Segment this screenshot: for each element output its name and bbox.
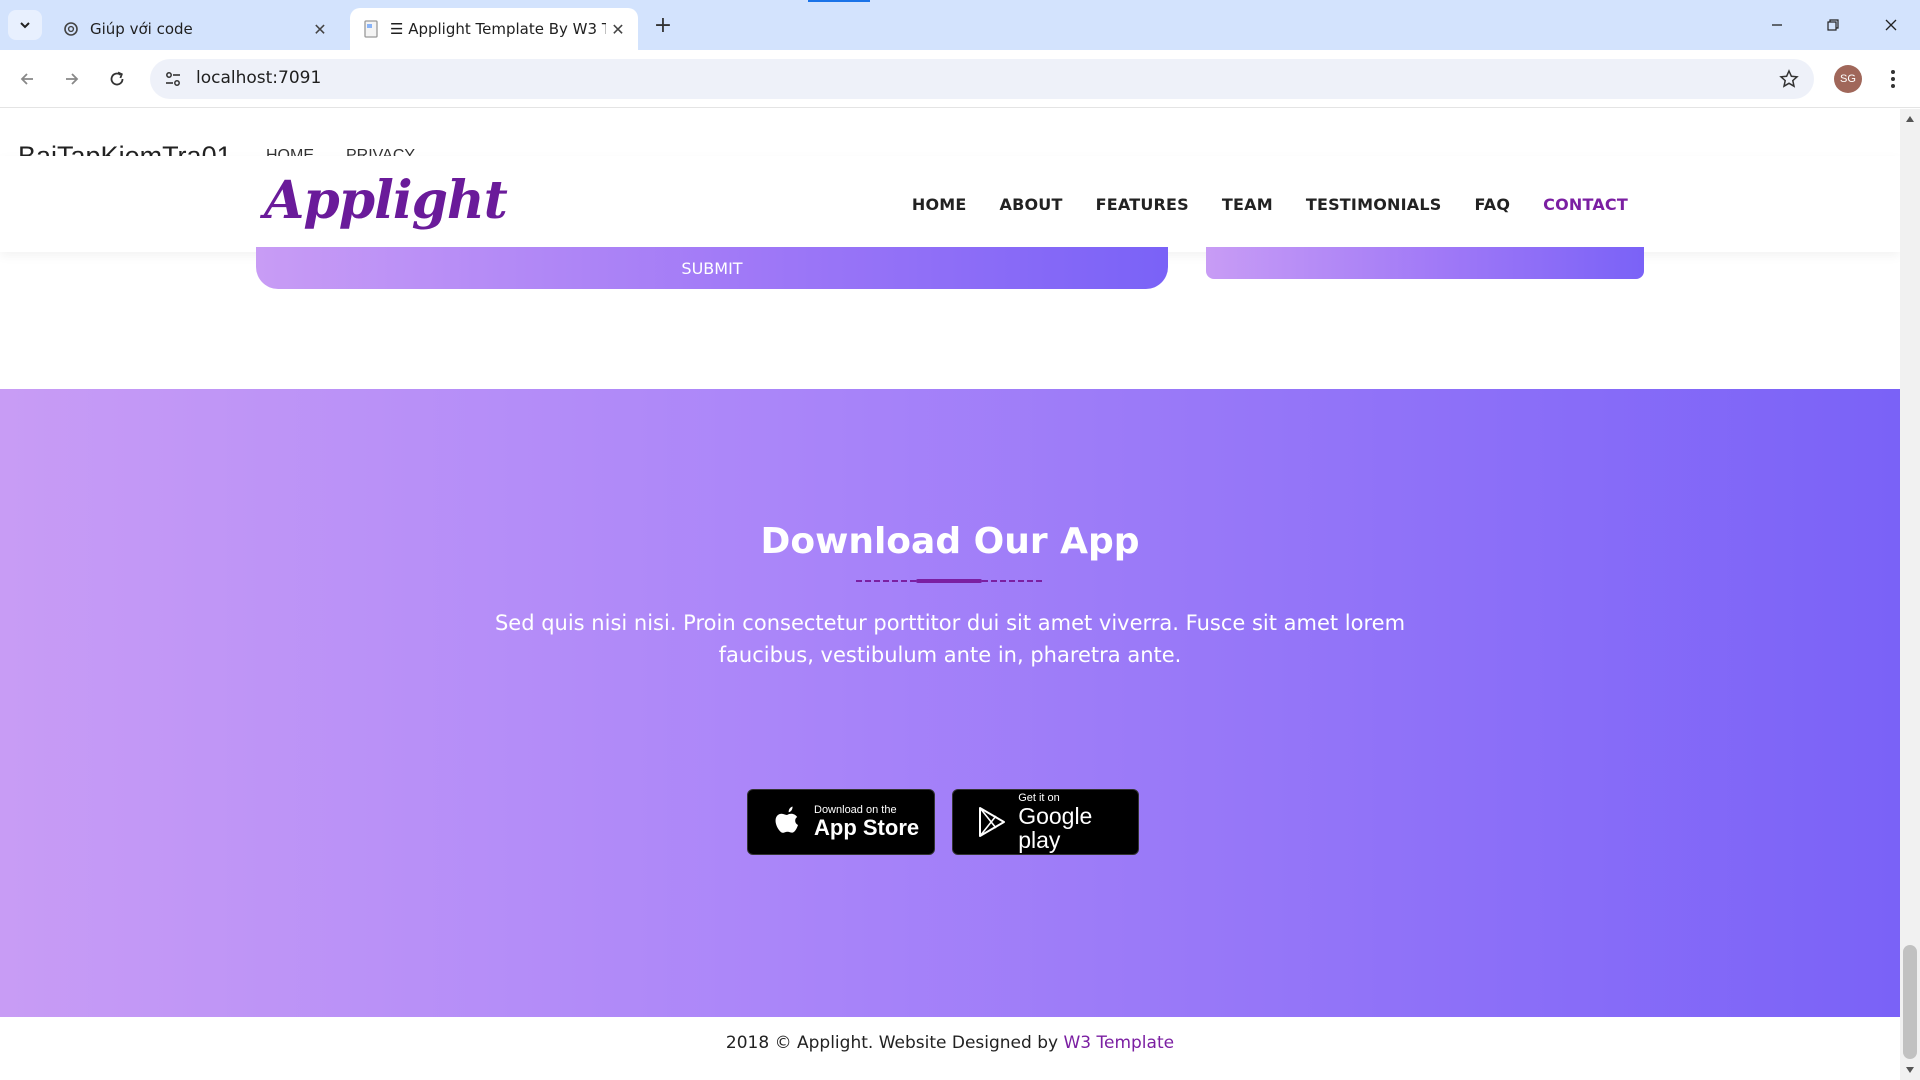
browser-tab-bar: Giúp với code ✕ ☰ Applight Template By W…	[0, 0, 1920, 50]
page-icon	[362, 20, 380, 38]
app-store-button[interactable]: Download on the App Store	[747, 789, 935, 855]
bookmark-star-icon[interactable]	[1776, 66, 1802, 92]
main-menu: HOME ABOUT FEATURES TEAM TESTIMONIALS FA…	[879, 156, 1628, 252]
restore-button[interactable]	[1810, 8, 1856, 42]
apple-icon	[770, 805, 804, 839]
scrollbar-thumb[interactable]	[1903, 945, 1917, 1059]
new-tab-button[interactable]: +	[650, 12, 676, 38]
browser-toolbar: localhost:7091 SG	[0, 50, 1920, 108]
nav-home[interactable]: HOME	[912, 195, 967, 214]
nav-testimonials[interactable]: TESTIMONIALS	[1306, 195, 1442, 214]
address-bar[interactable]: localhost:7091	[150, 59, 1814, 99]
url-text: localhost:7091	[196, 68, 322, 88]
nav-team[interactable]: TEAM	[1222, 195, 1273, 214]
close-icon[interactable]: ✕	[606, 17, 630, 41]
nav-contact[interactable]: CONTACT	[1543, 195, 1628, 214]
restore-icon	[1827, 19, 1839, 31]
scroll-up-arrow-icon[interactable]	[1904, 113, 1916, 125]
forward-button[interactable]	[55, 62, 89, 96]
google-play-icon	[975, 805, 1008, 839]
back-button[interactable]	[10, 62, 44, 96]
site-info-icon[interactable]	[160, 66, 186, 92]
title-divider	[856, 579, 1044, 583]
applight-logo[interactable]: Applight	[264, 170, 508, 231]
nav-features[interactable]: FEATURES	[1096, 195, 1189, 214]
browser-menu-button[interactable]	[1878, 62, 1908, 96]
chatgpt-icon	[62, 20, 80, 38]
download-title: Download Our App	[760, 521, 1140, 562]
download-description: Sed quis nisi nisi. Proin consectetur po…	[494, 611, 1406, 667]
contact-info-box	[1206, 247, 1644, 279]
tab-applight[interactable]: ☰ Applight Template By W3 Ter ✕	[350, 8, 638, 50]
page-viewport: BaiTapKiemTra01 HOME PRIVACY Applight HO…	[0, 109, 1900, 1080]
footer: 2018 © Applight. Website Designed by W3 …	[0, 1017, 1900, 1080]
site-navbar: Applight HOME ABOUT FEATURES TEAM TESTIM…	[0, 156, 1900, 252]
arrow-left-icon	[20, 73, 33, 85]
copyright-text: 2018 © Applight. Website Designed by	[725, 1033, 1064, 1053]
w3-template-link[interactable]: W3 Template	[1063, 1033, 1174, 1053]
close-window-button[interactable]	[1868, 8, 1914, 42]
page-scrollbar[interactable]	[1900, 109, 1920, 1080]
tab-search-button[interactable]	[8, 10, 42, 40]
tab-giup-voi-code[interactable]: Giúp với code ✕	[50, 8, 340, 50]
close-icon	[1885, 19, 1897, 31]
submit-button[interactable]: SUBMIT	[256, 247, 1168, 289]
app-store-big-text: App Store	[814, 815, 920, 840]
tab-title: ☰ Applight Template By W3 Ter	[390, 20, 606, 38]
loading-indicator	[808, 0, 870, 2]
arrow-right-icon	[66, 73, 79, 85]
google-play-button[interactable]: Get it on Google play	[952, 789, 1139, 855]
profile-avatar[interactable]: SG	[1834, 65, 1862, 93]
tab-title: Giúp với code	[90, 20, 193, 38]
close-icon[interactable]: ✕	[308, 17, 332, 41]
minimize-button[interactable]	[1754, 8, 1800, 42]
kebab-menu-icon	[1891, 70, 1895, 88]
download-section: Download Our App Sed quis nisi nisi. Pro…	[0, 389, 1900, 1017]
reload-icon	[110, 71, 124, 86]
chevron-down-icon	[20, 22, 30, 29]
nav-about[interactable]: ABOUT	[1000, 195, 1063, 214]
minimize-icon	[1772, 24, 1782, 26]
reload-button[interactable]	[100, 62, 134, 96]
nav-faq[interactable]: FAQ	[1474, 195, 1510, 214]
google-play-big-text: Google play	[1018, 803, 1093, 853]
scroll-down-arrow-icon[interactable]	[1904, 1064, 1916, 1076]
